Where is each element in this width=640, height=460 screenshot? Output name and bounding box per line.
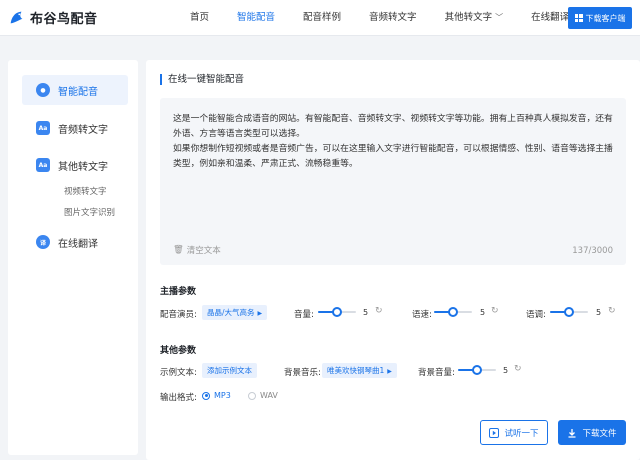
download-client-button[interactable]: 下载客户端 xyxy=(568,7,632,29)
sidebar-item-label: 其他转文字 xyxy=(58,161,108,173)
sidebar-item-label: 音频转文字 xyxy=(58,124,108,136)
clear-text-button[interactable]: 🗑 清空文本 xyxy=(173,244,221,256)
caret-right-icon: ▶ xyxy=(257,310,263,317)
download-file-label: 下载文件 xyxy=(582,428,617,439)
volume-label: 音量: xyxy=(294,310,314,320)
pitch-value: 5 xyxy=(596,308,602,317)
speed-value: 5 xyxy=(480,308,486,317)
sidebar-item-online-translate[interactable]: 译 在线翻译 xyxy=(22,227,128,257)
anchor-params-title: 主播参数 xyxy=(160,287,197,297)
nav-home-label: 首页 xyxy=(190,12,210,23)
pitch-label: 语调: xyxy=(526,310,546,320)
slider-knob[interactable] xyxy=(332,307,342,317)
add-sample-text-button[interactable]: 添加示例文本 xyxy=(202,363,257,378)
actor-value: 晶晶/大气高务 xyxy=(207,308,255,317)
sidebar-item-smart-dubbing[interactable]: ● 智能配音 xyxy=(22,75,128,105)
speed-slider[interactable] xyxy=(434,305,472,319)
text-convert-icon: Aa xyxy=(36,158,50,172)
sidebar-item-label: 在线翻译 xyxy=(58,238,98,250)
nav-other-to-text[interactable]: 其他转文字 ﹀ xyxy=(445,0,504,36)
nav-online-translate[interactable]: 在线翻译 xyxy=(531,0,569,36)
reset-icon[interactable]: ↻ xyxy=(491,306,499,316)
nav-smart-dubbing-label: 智能配音 xyxy=(237,12,276,23)
slider-knob[interactable] xyxy=(472,365,482,375)
translate-icon: 译 xyxy=(36,235,50,249)
reset-icon[interactable]: ↻ xyxy=(375,306,383,316)
other-params-title: 其他参数 xyxy=(160,346,197,356)
bird-logo-icon xyxy=(10,11,23,23)
nav-other-to-text-label: 其他转文字 xyxy=(444,12,493,23)
format-label: 输出格式: xyxy=(160,393,197,403)
bgm-volume-value: 5 xyxy=(503,366,509,375)
bgm-volume-slider[interactable] xyxy=(458,363,496,377)
nav-audio-to-text-label: 音频转文字 xyxy=(369,12,417,23)
listen-button-label: 试听一下 xyxy=(504,428,539,439)
play-icon xyxy=(489,427,500,438)
radio-dot xyxy=(202,391,210,400)
nav-dubbing-samples[interactable]: 配音样例 xyxy=(303,0,341,36)
volume-slider[interactable] xyxy=(318,305,356,319)
format-mp3-radio[interactable]: MP3 xyxy=(202,391,231,400)
download-icon xyxy=(568,428,576,438)
volume-value: 5 xyxy=(363,308,369,317)
listen-button[interactable]: 试听一下 xyxy=(480,420,548,445)
chevron-down-icon: ﹀ xyxy=(495,13,504,22)
nav-dubbing-samples-label: 配音样例 xyxy=(303,12,342,23)
sidebar-subitem-video-to-text[interactable]: 视频转文字 xyxy=(64,185,107,197)
audio-text-icon: Aa xyxy=(36,121,50,135)
reset-icon[interactable]: ↻ xyxy=(514,364,522,374)
sidebar-item-other-to-text[interactable]: Aa 其他转文字 xyxy=(22,150,128,180)
dubbing-text[interactable]: 这是一个能智能合成语音的网站。有智能配音、音频转文字、视频转文字等功能。拥有上百… xyxy=(173,112,613,172)
nav-smart-dubbing[interactable]: 智能配音 xyxy=(237,0,275,36)
caret-right-icon: ▶ xyxy=(387,368,392,375)
nav-home[interactable]: 首页 xyxy=(190,0,209,36)
bgm-value: 唯美欢快钢琴曲1 xyxy=(327,366,385,375)
nav-audio-to-text[interactable]: 音频转文字 xyxy=(369,0,417,36)
format-mp3-label: MP3 xyxy=(214,391,231,400)
sidebar-item-audio-to-text[interactable]: Aa 音频转文字 xyxy=(22,113,128,143)
actor-label: 配音演员: xyxy=(160,310,197,320)
reset-icon[interactable]: ↻ xyxy=(608,306,616,316)
download-file-button[interactable]: 下载文件 xyxy=(558,420,626,445)
top-header: 布谷鸟配音 首页 智能配音 配音样例 音频转文字 其他转文字 ﹀ 在线翻译 下载客… xyxy=(0,0,640,36)
char-counter: 137/3000 xyxy=(572,246,613,256)
trash-icon: 🗑 xyxy=(173,245,184,255)
radio-dot xyxy=(248,391,256,400)
brand-logo[interactable]: 布谷鸟配音 xyxy=(8,8,98,27)
sidebar-item-label: 智能配音 xyxy=(58,86,98,98)
format-wav-radio[interactable]: WAV xyxy=(248,391,278,400)
actor-select[interactable]: 晶晶/大气高务 ▶ xyxy=(202,305,268,320)
microphone-icon: ● xyxy=(36,83,50,97)
speed-label: 语速: xyxy=(412,310,432,320)
sidebar: ● 智能配音 Aa 音频转文字 Aa 其他转文字 视频转文字 图片文字识别 译 … xyxy=(8,60,138,455)
slider-knob[interactable] xyxy=(564,307,574,317)
windows-icon xyxy=(574,14,583,22)
dubbing-text-area[interactable]: 这是一个能智能合成语音的网站。有智能配音、音频转文字、视频转文字等功能。拥有上百… xyxy=(160,98,626,265)
pitch-slider[interactable] xyxy=(550,305,588,319)
bgm-label: 背景音乐: xyxy=(284,368,321,378)
clear-text-label: 清空文本 xyxy=(186,246,221,256)
format-wav-label: WAV xyxy=(260,391,278,400)
slider-knob[interactable] xyxy=(448,307,458,317)
sample-text-label: 示例文本: xyxy=(160,368,197,378)
download-client-label: 下载客户端 xyxy=(585,13,626,23)
nav-online-translate-label: 在线翻译 xyxy=(531,12,570,23)
bgm-volume-label: 背景音量: xyxy=(418,368,455,378)
section-title: 在线一键智能配音 xyxy=(160,74,244,85)
main-nav: 首页 智能配音 配音样例 音频转文字 其他转文字 ﹀ 在线翻译 xyxy=(190,0,597,36)
bgm-select[interactable]: 唯美欢快钢琴曲1 ▶ xyxy=(322,363,397,378)
main-panel: 在线一键智能配音 这是一个能智能合成语音的网站。有智能配音、音频转文字、视频转文… xyxy=(146,60,640,460)
brand-name: 布谷鸟配音 xyxy=(30,12,98,27)
sidebar-subitem-image-ocr[interactable]: 图片文字识别 xyxy=(64,206,115,218)
